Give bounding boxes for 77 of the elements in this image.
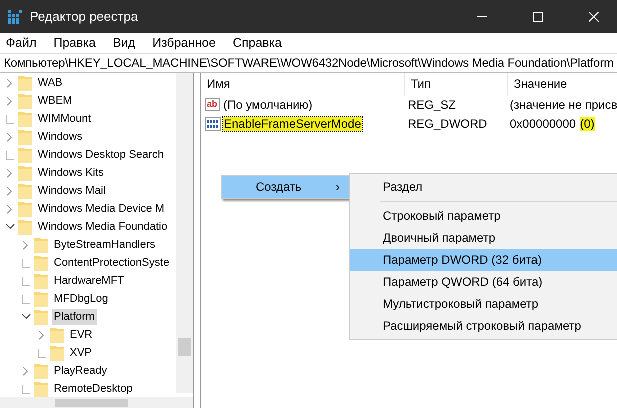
menu-item[interactable]: Создать ›: [222, 176, 350, 198]
tree-item[interactable]: PlayReady: [52, 363, 110, 379]
binary-value-icon: [205, 116, 221, 130]
folder-icon: [34, 363, 48, 379]
horizontal-scrollbar[interactable]: [0, 397, 193, 408]
folder-icon: [18, 183, 32, 199]
tree-line-icon: [22, 294, 30, 304]
tree-line-icon: [6, 150, 14, 160]
tree-item[interactable]: RemoteDesktop: [52, 381, 135, 397]
folder-icon: [34, 255, 48, 271]
tree-item[interactable]: Platform: [52, 309, 97, 325]
tree-line-icon: [6, 114, 14, 124]
table-cell: (значение не присв: [510, 98, 617, 112]
folder-icon: [50, 327, 64, 343]
menu-item[interactable]: Параметр QWORD (64 бита): [350, 271, 617, 293]
table-cell: 0x00000000: [510, 116, 576, 130]
folder-icon: [18, 75, 32, 91]
folder-icon: [18, 93, 32, 109]
menu-item[interactable]: Справка: [228, 36, 290, 50]
value-name[interactable]: EnableFrameServerMode: [223, 116, 362, 130]
menu-item[interactable]: Двоичный параметр: [350, 227, 617, 249]
window-title: Редактор реестра: [30, 9, 140, 24]
tree-item[interactable]: Windows: [36, 129, 85, 145]
folder-icon: [34, 273, 48, 289]
tree-item[interactable]: ByteStreamHandlers: [52, 237, 158, 253]
string-value-icon: ab: [205, 98, 220, 111]
column-header[interactable]: Имя: [201, 73, 405, 95]
menu-item[interactable]: Правка: [50, 36, 104, 50]
folder-icon: [18, 147, 32, 163]
folder-icon: [34, 237, 48, 253]
close-icon: [589, 12, 599, 22]
folder-icon: [18, 201, 32, 217]
tree-item[interactable]: WBEM: [36, 93, 74, 109]
tree-item[interactable]: WAB: [36, 75, 65, 91]
tree-item[interactable]: EVR: [68, 327, 95, 343]
folder-icon: [34, 291, 48, 307]
folder-icon: [34, 381, 48, 397]
vertical-scrollbar[interactable]: [176, 73, 193, 393]
submenu-arrow-icon: ›: [336, 180, 340, 194]
tree-item[interactable]: HardwareMFT: [52, 273, 126, 289]
table-cell-text: REG_DWORD: [407, 116, 488, 130]
menu-item[interactable]: Параметр DWORD (32 бита): [350, 249, 617, 271]
tree-line-icon: [22, 384, 30, 394]
menu-item[interactable]: Файл: [2, 36, 45, 50]
tree-item[interactable]: Windows Media Device M: [36, 201, 167, 217]
column-header[interactable]: Значение: [508, 73, 617, 95]
folder-icon: [18, 165, 32, 181]
tree-item[interactable]: Windows Mail: [36, 183, 108, 199]
minimize-icon: [477, 16, 487, 17]
maximize-icon: [533, 12, 543, 22]
menu-item[interactable]: Раздел: [350, 176, 617, 198]
tree-item[interactable]: XVP: [68, 345, 94, 361]
folder-icon: [18, 129, 32, 145]
folder-icon: [50, 345, 64, 361]
menu-item[interactable]: Расширяемый строковый параметр: [350, 315, 617, 337]
menu-item[interactable]: Строковый параметр: [350, 205, 617, 227]
app-icon: [8, 10, 22, 24]
column-header[interactable]: Тип: [405, 73, 508, 95]
tree-item[interactable]: WIMMount: [36, 111, 94, 127]
folder-icon: [34, 309, 48, 325]
folder-icon: [18, 219, 32, 235]
value-note: (0): [580, 116, 595, 130]
tree-item[interactable]: Windows Desktop Search: [36, 147, 166, 163]
tree-item[interactable]: MFDbgLog: [52, 291, 110, 307]
tree-item[interactable]: ContentProtectionSyste: [52, 255, 172, 271]
folder-icon: [18, 111, 32, 127]
tree-item[interactable]: Windows Media Foundatio: [36, 219, 170, 235]
menu-item[interactable]: Избранное: [148, 36, 224, 50]
value-name[interactable]: (По умолчанию): [222, 98, 314, 112]
menu-item[interactable]: Вид: [108, 36, 144, 50]
address-bar[interactable]: Компьютер\HKEY_LOCAL_MACHINE\SOFTWARE\WOW6432Node\Microsoft\Windows Media Foundation\Platform: [0, 53, 617, 73]
tree-line-icon: [22, 258, 30, 268]
tree-item[interactable]: Windows Kits: [36, 165, 106, 181]
tree-line-icon: [38, 348, 46, 358]
tree-line-icon: [22, 276, 30, 286]
menu-item[interactable]: Мультистроковый параметр: [350, 293, 617, 315]
table-cell-text: REG_SZ: [407, 98, 458, 112]
